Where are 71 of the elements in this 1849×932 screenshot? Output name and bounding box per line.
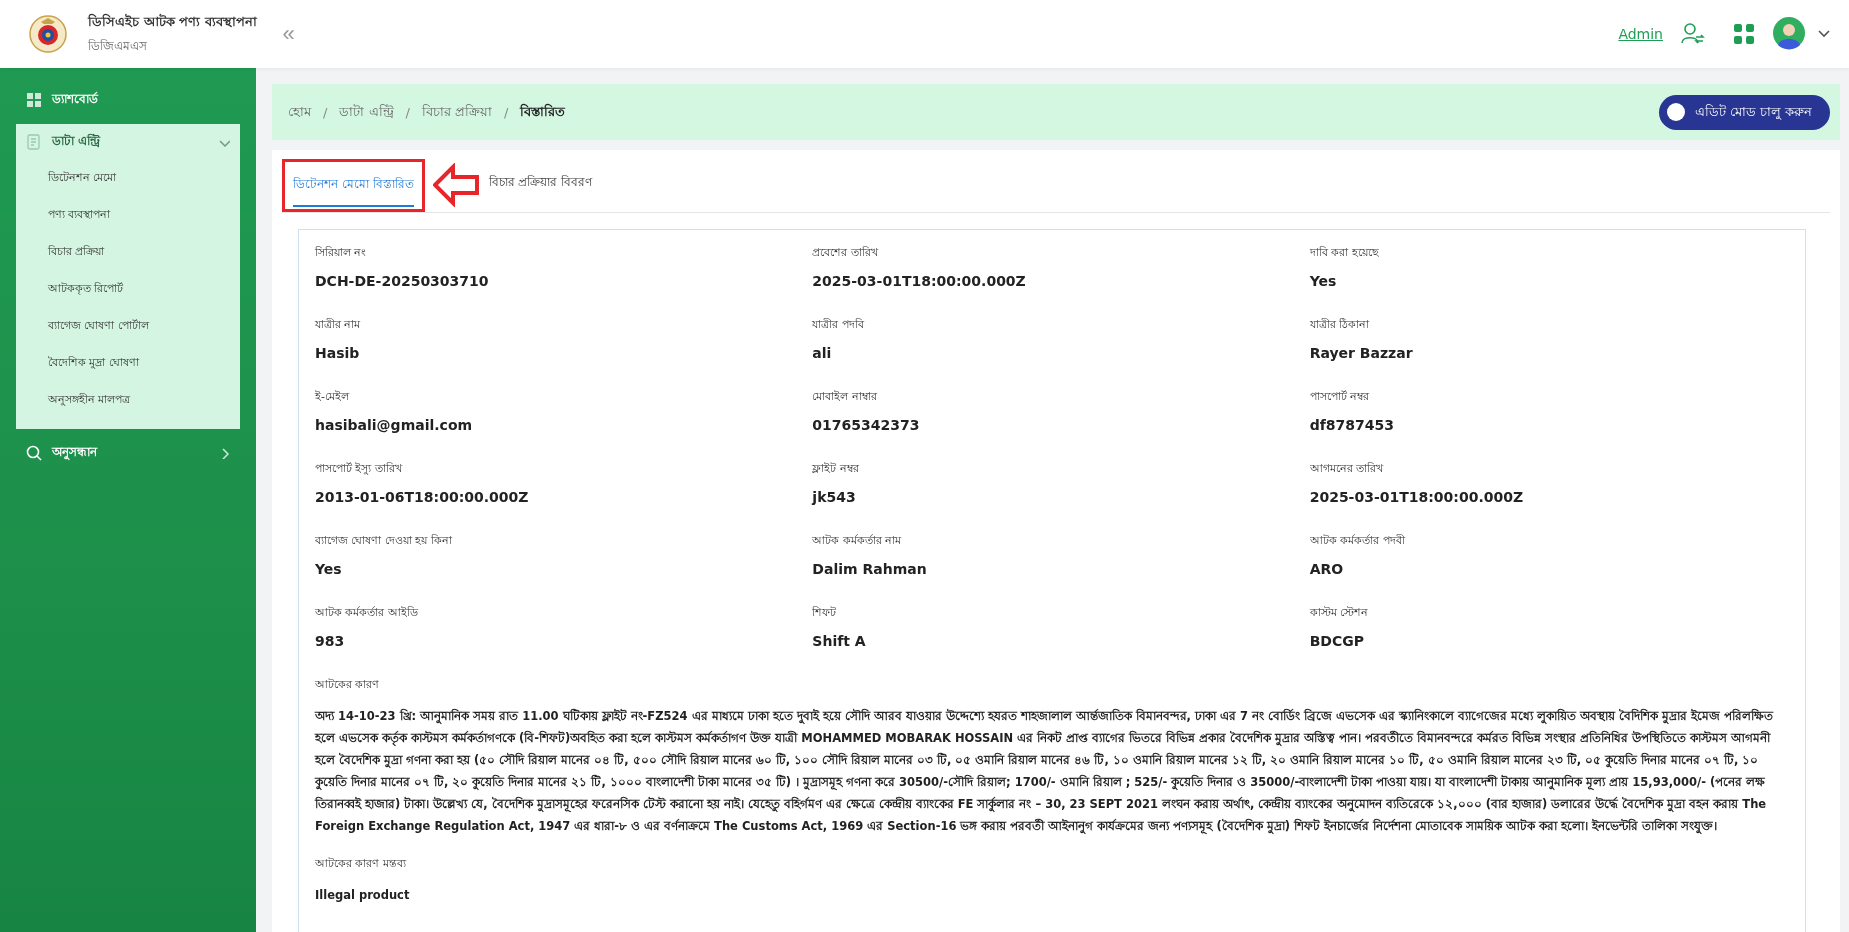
field-label: ফ্লাইট নম্বর bbox=[812, 461, 859, 477]
field-label: আটকের কারণ মন্তব্য bbox=[315, 856, 406, 872]
field-label: দাবি করা হয়েছে bbox=[1309, 245, 1379, 261]
sidebar-subitem[interactable]: অনুসঙ্গহীন মালপত্র bbox=[16, 382, 240, 419]
user-link[interactable]: Admin bbox=[1618, 26, 1663, 42]
field-label: পাসপোর্ট নম্বর bbox=[1309, 389, 1370, 405]
field-value: 2025-03-01T18:00:00.000Z bbox=[812, 273, 1026, 289]
field-value: Rayer Bazzar bbox=[1309, 345, 1413, 361]
field-label: পাসপোর্ট ইস্যু তারিখ bbox=[315, 461, 402, 477]
dashboard-grid-icon bbox=[26, 92, 42, 108]
field-label: ই-মেইল bbox=[315, 389, 349, 405]
field-value: 983 bbox=[315, 633, 345, 649]
field-value: Yes bbox=[1309, 273, 1337, 289]
field-label: সিরিয়াল নং bbox=[315, 245, 367, 261]
field-label: যাত্রীর পদবি bbox=[812, 317, 864, 333]
field-label: ব্যাগেজ ঘোষণা দেওয়া হয় কিনা bbox=[315, 533, 452, 549]
field-value: ARO bbox=[1309, 561, 1344, 577]
field-value: 2013-01-06T18:00:00.000Z bbox=[315, 489, 529, 505]
search-icon bbox=[26, 445, 42, 461]
field-label: যাত্রীর নাম bbox=[315, 317, 361, 333]
apps-grid-icon[interactable] bbox=[1733, 23, 1755, 45]
annotation-arrow-icon bbox=[432, 163, 479, 207]
emblem-logo bbox=[28, 14, 68, 54]
app-subtitle: ডিজিএমএস bbox=[88, 37, 148, 55]
field-label: শিফট bbox=[812, 605, 837, 621]
field-value: Yes bbox=[315, 561, 342, 577]
breadcrumb-link[interactable]: বিচার প্রক্রিয়া bbox=[421, 101, 493, 123]
field-value: df8787453 bbox=[1309, 417, 1394, 433]
form-icon bbox=[26, 134, 42, 150]
breadcrumb-link[interactable]: ডাটা এন্ট্রি bbox=[339, 101, 394, 123]
field-label: যাত্রীর ঠিকানা bbox=[1309, 317, 1370, 333]
sidebar-item[interactable]: ডাটা এন্ট্রি bbox=[16, 124, 240, 160]
field-label: আটক কর্মকর্তার নাম bbox=[812, 533, 902, 549]
sidebar-subitem[interactable]: পণ্য ব্যবস্থাপনা bbox=[16, 197, 240, 234]
sidebar-subitem[interactable]: বৈদেশিক মুদ্রা ঘোষণা bbox=[16, 345, 240, 382]
field-label: আটক কর্মকর্তার আইডি bbox=[315, 605, 418, 621]
sidebar-subitem[interactable]: বিচার প্রক্রিয়া bbox=[16, 234, 240, 271]
sidebar-subitem[interactable]: ডিটেনশন মেমো bbox=[16, 160, 240, 197]
field-value: ali bbox=[812, 345, 832, 361]
field-label: আটক কর্মকর্তার পদবী bbox=[1309, 533, 1405, 549]
field-value: jk543 bbox=[812, 489, 856, 505]
field-value: Shift A bbox=[812, 633, 866, 649]
sidebar-subitem[interactable]: ব্যাগেজ ঘোষণা পোর্টাল bbox=[16, 308, 240, 345]
field-label: আগমনের তারিখ bbox=[1309, 461, 1384, 477]
field-label: আটকের কারণ bbox=[315, 677, 380, 693]
breadcrumb-separator: / bbox=[405, 104, 410, 120]
field-value: BDCGP bbox=[1309, 633, 1364, 649]
field-value: Illegal product bbox=[315, 887, 410, 904]
breadcrumb-current: বিস্তারিত bbox=[520, 102, 566, 121]
user-switch-icon[interactable] bbox=[1681, 22, 1705, 46]
field-value: 01765342373 bbox=[812, 417, 920, 433]
app-title: ডিসিএইচ আটক পণ্য ব্যবস্থাপনা bbox=[88, 12, 257, 31]
field-value: 2025-03-01T18:00:00.000Z bbox=[1309, 489, 1524, 505]
field-value: hasibali@gmail.com bbox=[315, 417, 473, 433]
field-value: DCH-DE-20250303710 bbox=[315, 273, 489, 289]
breadcrumb-separator: / bbox=[504, 104, 509, 120]
field-value: Hasib bbox=[315, 345, 360, 361]
field-value: Dalim Rahman bbox=[812, 561, 927, 577]
tab[interactable]: ডিটেনশন মেমো বিস্তারিত bbox=[293, 166, 414, 207]
field-value: অদ্য 14-10-23 খ্রি: আনুমানিক সময় রাত 11.00 ঘটিকায় ফ্লাইট নং-FZ524 এর মাধ্যমে ঢাকা হতে দুবাই হয়ে সৌদি আরব যাওয়ার উদ্দেশ্যে হযরত শাহজালাল আর্ন্তজাতিক বিমানবন্দর, ঢাকা এর 7 নং বোর্ডিং ব্রিজে এভসেক এর স্ক্যানিংকালে ব্যাগেজের মধ্যে লুকায়িত অবস্থায় বৈদিশিক মুদ্রার ইমেজ পরিলক্ষিত হলে এভসেক কর্তৃক কাস্টমস কর্মকর্তাগণকে (বি-শিফট)অবহিত করা হলে কাস্টমস কর্মকর্তাগণ উক্ত যাত্রী MOHAMMED MOBARAK HOSSAIN এর নিকট প্রাপ্ত ব্যাগের ভিতরে বিভিন্ন প্রকার বৈদেশিক মুদ্রার অস্তিত্ব পান। পরবর্তীতে বিমানবন্দরে কর্মরত বিভিন্ন সংস্থার প্রতিনিধির উপস্থিতিতে কাস্টমস আগমনী হলে বৈদেশিক মুদ্রা গণনা করা হয় (৫০ সৌদি রিয়াল মানের ০৪ টি, ৫০০ সৌদি রিয়াল মানের ৬০ টি, ১০০ সৌদি রিয়াল মানের ০৩ টি, ০৫ ওমানি রিয়াল মানের ৪৬ টি, ১০ ওমানি রিয়াল মানের ১২ টি, ২০ ওমানি রিয়াল মানের ১০ টি, ৫০ ওমানি রিয়াল মানের ২৩ টি, ০৫ কুয়েতি দিনার মানের ০৭ টি, ১০ কুয়েতি দিনার মানের ০৭ টি, ২০ কুয়েতি দিনার মানের ২১ টি, ১০০০ বাংলাদেশী টাকা মানের ৩৫ টি) । মুদ্রাসমূহ গণনা করে 30500/-সৌদি রিয়াল; 1700/- ওমানি রিয়াল ; 525/- কুয়েতি দিনার ও 35000/-বাংলাদেশী টাকা পাওয়া যায়। যা বাংলাদেশী টাকায় আনুমানিক মূল্য প্রায় 15,93,000/- (পনের লক্ষ তিরানব্বই হাজার) টাকা। উল্লেখ্য যে, বৈদেশিক মুদ্রাসমূহের ফরেনসিক টেস্ট করানো হয় নাই। যেহেতু বহির্গমণ এর ক্ষেত্রে কেন্দ্রীয় ব্যাংকের FE সার্কুলার নং – 30, 23 SEPT 2021 লংঘন করায় অর্থাৎ, কেন্দ্রীয় ব্যাংকের অনুমোদন ব্যতিরেকে ১২,০০০ (বার হাজার) ডলারের উর্দ্ধে বৈদেশিক মুদ্রা বহন করায় The Foreign Exchange Regulation Act, 1947 এর ধারা-৮ ও এর বর্ণনাক্রমে The Customs Act, 1969 এর Section-16 ভঙ্গ করায় পরবর্তী আইনানুগ কার্যক্রমের জন্য পণ্যসমূহ (বৈদেশিক মুদ্রা) শিফট ইনচার্জের নির্দেশনা মোতাবেক সাময়িক আটক করা হলো। ইনভেন্টরি তালিকা সংযুক্ত। bbox=[315, 707, 1775, 836]
tab[interactable]: বিচার প্রক্রিয়ার বিবরণ bbox=[488, 165, 593, 205]
field-label: মোবাইল নাম্বার bbox=[812, 389, 877, 405]
sidebar-item[interactable]: অনুসন্ধান bbox=[16, 435, 240, 471]
sidebar-subitem[interactable]: আটককৃত রিপোর্ট bbox=[16, 271, 240, 308]
user-avatar[interactable] bbox=[1773, 17, 1807, 51]
breadcrumb-separator: / bbox=[323, 104, 328, 120]
breadcrumb-link[interactable]: হোম bbox=[288, 101, 311, 123]
field-label: প্রবেশের তারিখ bbox=[812, 245, 878, 261]
field-label: কাস্টম স্টেশন bbox=[1309, 605, 1369, 621]
edit-mode-toggle[interactable]: এডিট মোড চালু করুন bbox=[1658, 94, 1830, 130]
sidebar-item[interactable]: ড্যাশবোর্ড bbox=[16, 82, 240, 118]
